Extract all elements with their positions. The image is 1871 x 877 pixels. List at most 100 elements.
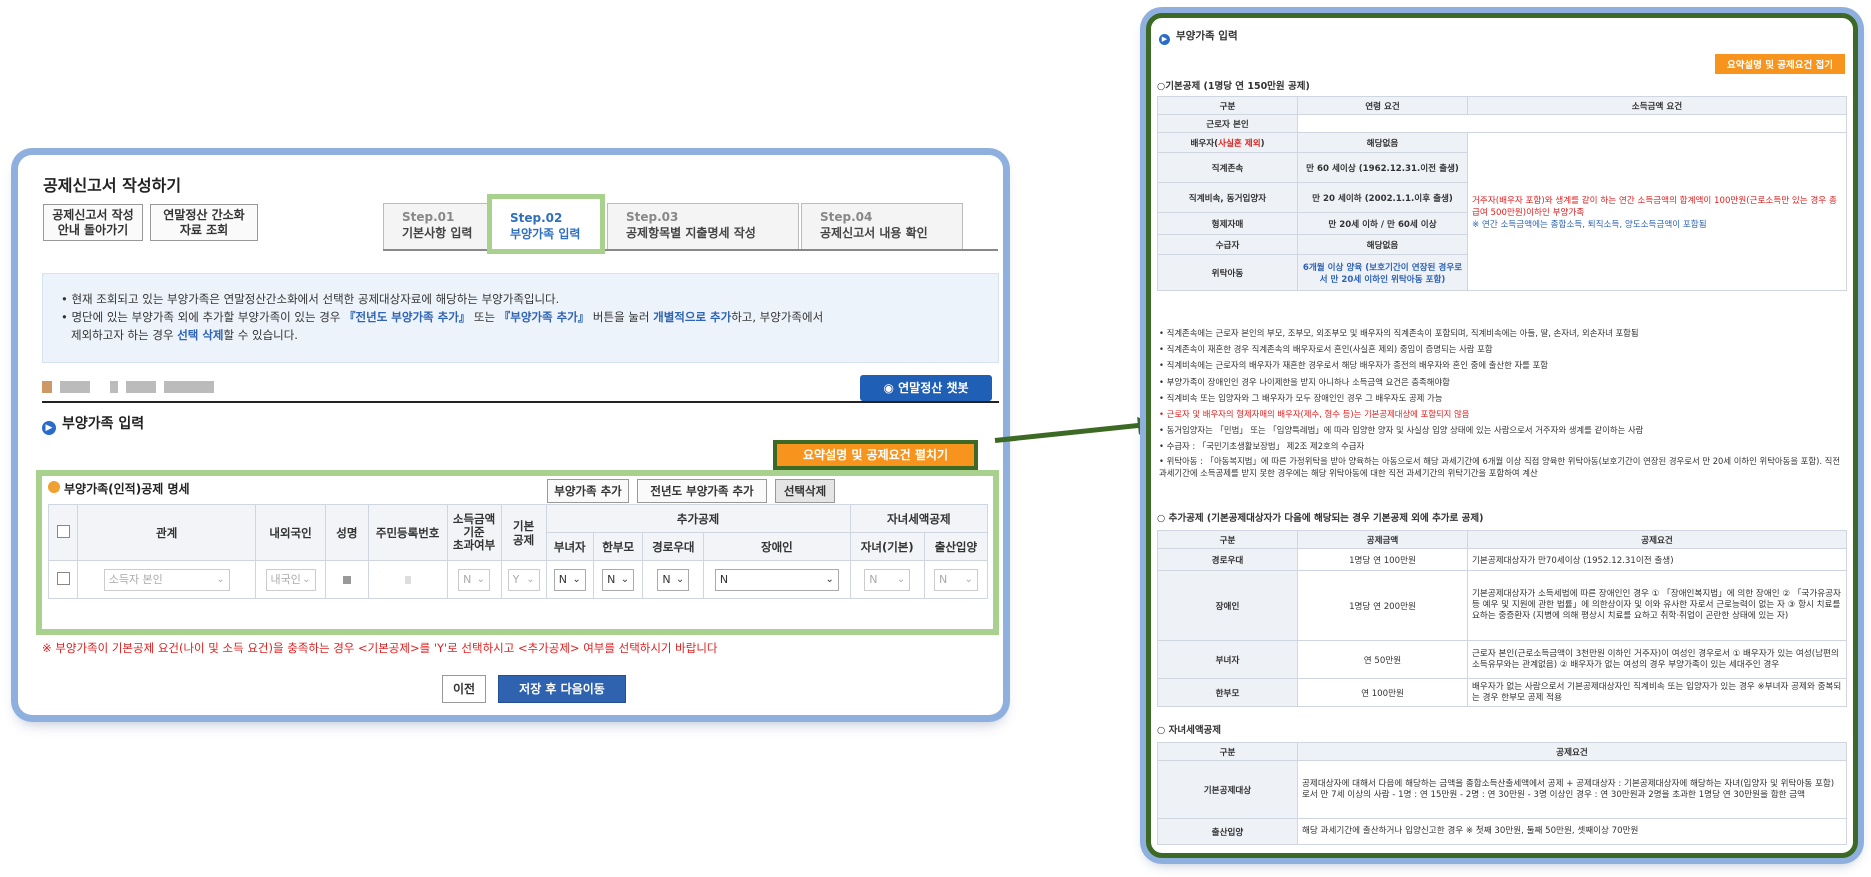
row-requirement: 공제대상자에 대해서 다음에 해당하는 금액을 종합소득산출세액에서 공제 + … — [1297, 760, 1847, 819]
relation-cell: 소득자 본인 ⌄ — [77, 560, 257, 599]
row-value: 만 20 세이하 (2002.1.1.이후 출생) — [1297, 182, 1468, 213]
guide-return-button[interactable]: 공제신고서 작성 안내 돌아가기 — [43, 204, 143, 241]
single-parent-select[interactable]: N ⌄ — [602, 568, 635, 591]
income-value: N — [463, 572, 472, 586]
summary-title-text: 부양가족 입력 — [1176, 30, 1238, 42]
col-nation: 내외국인 — [255, 504, 326, 561]
disabled-select[interactable]: N ⌄ — [714, 568, 839, 591]
add-prev-year-dependent-button[interactable]: 전년도 부양가족 추가 — [637, 479, 767, 503]
row-label-text: 배우자( — [1190, 138, 1219, 149]
table-title-text: 부양가족(인적)공제 명세 — [64, 482, 190, 496]
page-title: 공제신고서 작성하기 — [43, 176, 182, 195]
row-requirement: 기본공제대상자가 만70세이상 (1952.12.31이전 출생) — [1467, 548, 1847, 571]
row-amount: 연 50만원 — [1297, 640, 1468, 679]
notice-emphasis: 『전년도 부양가족 추가』 — [344, 310, 471, 324]
col-basic-line: 공제 — [513, 532, 535, 547]
row-requirement: 해당 과세기간에 출산하거나 입양신고한 경우 ※ 첫째 30만원, 둘째 50… — [1297, 818, 1847, 845]
dependents-table: 관계 내외국인 성명 주민등록번호 소득금액 기준 초과여부 기본 공제 추가공제 자… — [47, 504, 989, 599]
collapse-summary-button[interactable]: 요약설명 및 공제요건 접기 — [1714, 54, 1845, 74]
income-select[interactable]: N ⌄ — [458, 568, 491, 591]
col-child: 자녀세액공제 — [849, 504, 989, 533]
expand-summary-button[interactable]: 요약설명 및 공제요건 펼치기 — [773, 440, 978, 470]
nation-cell: 내국인 ⌄ — [255, 560, 326, 599]
table-row: 부녀자 연 50만원 근로자 본인(근로소득금액이 3천만원 이하인 거주자)이 여… — [1157, 640, 1847, 679]
simplified-lookup-button[interactable]: 연말정산 간소화 자료 조회 — [150, 204, 258, 241]
guide-return-label-2: 안내 돌아가기 — [57, 223, 129, 237]
tab-step-02[interactable]: Step.02 부양가족 입력 — [487, 194, 605, 254]
delete-selected-button[interactable]: 선택삭제 — [775, 479, 835, 503]
child-basic-select[interactable]: N ⌄ — [864, 568, 911, 591]
step-tabs: Step.01 기본사항 입력 Step.02 부양가족 입력 Step.03 … — [383, 194, 998, 254]
section-title-text: 부양가족 입력 — [62, 416, 145, 432]
relation-select[interactable]: 소득자 본인 ⌄ — [103, 568, 230, 591]
note-text: 직계존속이 재혼한 경우 직계존속의 배우자로서 혼인(사실혼 제외) 중임이 … — [1166, 344, 1493, 355]
prev-button[interactable]: 이전 — [442, 675, 486, 703]
note-item: • 직계존속에는 근로자 본인의 부모, 조부모, 외조부모 및 배우자의 직계… — [1159, 328, 1639, 338]
col-relation: 관계 — [77, 504, 257, 561]
chevron-down-icon: ⌄ — [302, 573, 311, 585]
guide-return-label-1: 공제신고서 작성 — [52, 208, 134, 222]
row-label: 기본공제대상 — [1157, 760, 1298, 819]
simplified-lookup-label-1: 연말정산 간소화 — [163, 208, 245, 222]
woman-select[interactable]: N ⌄ — [553, 568, 586, 591]
row-value: 만 60 세이상 (1962.12.31.이전 출생) — [1297, 152, 1468, 183]
nation-select[interactable]: 내국인 ⌄ — [265, 568, 316, 591]
note-item: • 직계비속 또는 입양자와 그 배우자가 모두 장애인인 경우 그 배우자도 … — [1159, 392, 1443, 403]
select-all-checkbox[interactable] — [56, 524, 70, 538]
save-next-button[interactable]: 저장 후 다음이동 — [498, 675, 626, 703]
note-item: • 부양가족이 장애인인 경우 나이제한을 받지 아니하나 소득금액 요건은 충… — [1159, 376, 1450, 387]
row-requirement: 근로자 본인(근로소득금액이 3천만원 이하인 거주자)이 여성인 경우로서 ①… — [1467, 640, 1847, 679]
tab-step-04[interactable]: Step.04 공제신고서 내용 확인 — [801, 203, 963, 249]
col-child-basic: 자녀(기본) — [849, 532, 925, 561]
row-select-cell — [47, 560, 79, 599]
chevron-down-icon: ⌄ — [675, 573, 685, 585]
elder-select[interactable]: N ⌄ — [657, 568, 690, 591]
col-extra: 추가공제 — [545, 504, 851, 533]
birth-select[interactable]: N ⌄ — [933, 568, 978, 591]
income-cell: N ⌄ — [446, 560, 502, 599]
tab-step-03[interactable]: Step.03 공제항목별 지출명세 작성 — [607, 203, 799, 249]
note-item: • 직계존속이 재혼한 경우 직계존속의 배우자로서 혼인(사실혼 제외) 중임… — [1159, 344, 1493, 355]
arrow-circle-icon: ▶ — [1159, 34, 1170, 45]
step-label: 공제항목별 지출명세 작성 — [626, 226, 756, 240]
notice-text: 제외하고자 하는 경우 — [71, 328, 178, 342]
step-label: 공제신고서 내용 확인 — [820, 226, 928, 240]
income-requirement-cell: 거주자(배우자 포함)와 생계를 같이 하는 연간 소득금액의 합계액이 100… — [1467, 132, 1847, 291]
table-row: 장애인 1명당 연 200만원 기본공제대상자가 소득세법에 따른 장애인인 경우 … — [1157, 570, 1847, 641]
name-cell — [324, 560, 369, 599]
summary-panel: ▶ 부양가족 입력 요약설명 및 공제요건 접기 ○기본공제 (1명당 연 150… — [1146, 13, 1858, 858]
redacted-rrn — [404, 575, 411, 584]
chatbot-button[interactable]: ◉ 연말정산 챗봇 — [860, 375, 992, 401]
tab-step-01[interactable]: Step.01 기본사항 입력 — [383, 203, 488, 249]
dependents-table-box: 부양가족(인적)공제 명세 부양가족 추가 전년도 부양가족 추가 선택삭제 관… — [36, 470, 999, 635]
notice-text: 버튼을 눌러 — [589, 310, 654, 324]
notice-box: • 현재 조회되고 있는 부양가족은 연말정산간소화에서 선택한 공제대상자료에… — [42, 273, 999, 363]
row-value: 해당없음 — [1297, 132, 1468, 153]
step-number: Step.03 — [626, 210, 679, 224]
woman-value: N — [558, 572, 567, 586]
warning-text: ※ 부양가족이 기본공제 요건(나이 및 소득 요건)을 충족하는 경우 <기본… — [42, 641, 718, 655]
note-item: • 근로자 및 배우자의 형제자매의 배우자(제수, 형수 등)는 기본공제대상… — [1159, 409, 1470, 420]
col-elder: 경로우대 — [642, 532, 705, 561]
connector-arrow — [994, 422, 1145, 443]
col-head: 공제요건 — [1297, 742, 1847, 761]
birth-value: N — [938, 572, 948, 586]
row-label: 출산입양 — [1157, 818, 1298, 845]
row-label: 부녀자 — [1157, 640, 1298, 679]
basic-select[interactable]: Y ⌄ — [507, 568, 540, 591]
col-woman: 부녀자 — [545, 532, 594, 561]
chatbot-icon: ◉ — [883, 381, 899, 395]
row-label: 근로자 본인 — [1157, 114, 1298, 133]
col-name: 성명 — [324, 504, 369, 561]
add-dependent-button[interactable]: 부양가족 추가 — [547, 479, 629, 503]
row-label: 직계비속, 동거입양자 — [1157, 182, 1298, 213]
row-checkbox[interactable] — [56, 571, 70, 585]
note-text: 수급자 : 「국민기초생활보장법」 제2조 제2호의 수급자 — [1166, 441, 1365, 452]
additional-deduction-table: 구분 공제금액 공제요건 경로우대 1명당 연 100만원 기본공제대상자가 만70세이… — [1157, 530, 1847, 707]
col-income-line: 초과여부 — [452, 538, 496, 552]
child-credit-title: ○ 자녀세액공제 — [1157, 725, 1222, 736]
basic-cell: Y ⌄ — [500, 560, 547, 599]
chevron-down-icon: ⌄ — [825, 573, 834, 585]
notice-line-3: 제외하고자 하는 경우 선택 삭제할 수 있습니다. — [61, 326, 980, 344]
notice-emphasis: 개별적으로 추가 — [653, 310, 732, 324]
